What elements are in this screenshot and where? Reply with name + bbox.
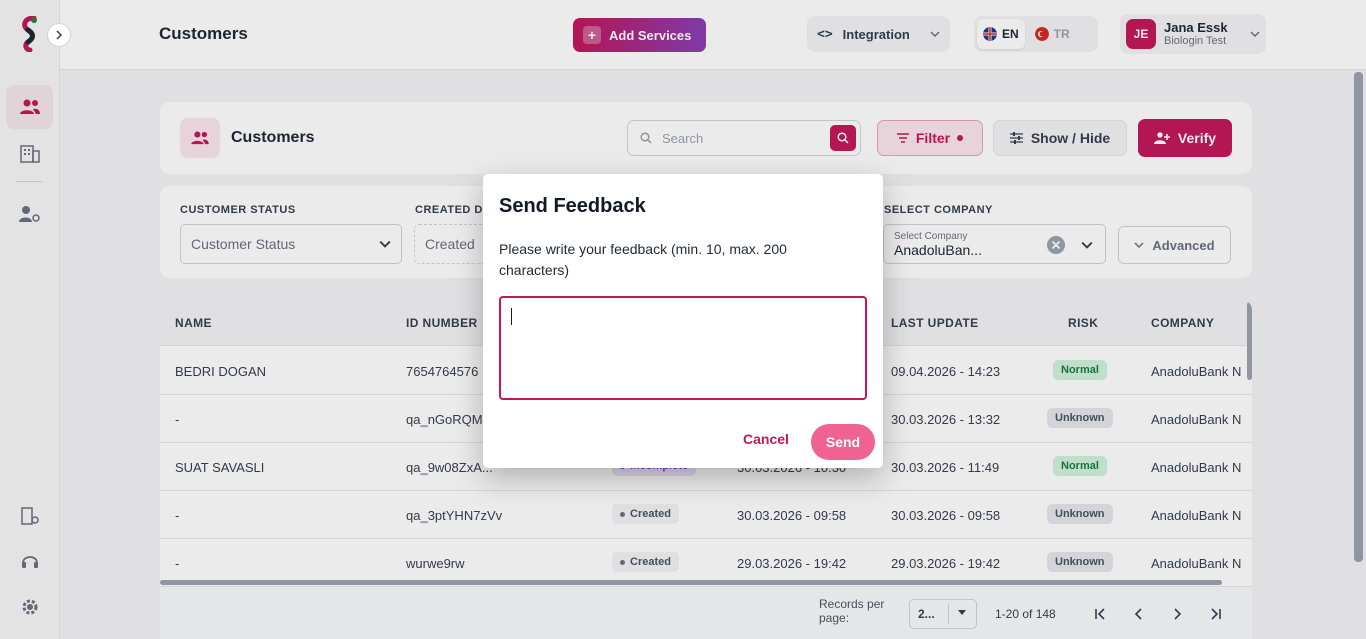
sidebar-expand-button[interactable] [47, 23, 71, 47]
cancel-button[interactable]: Cancel [743, 431, 789, 447]
send-feedback-dialog: Send Feedback Please write your feedback… [483, 174, 883, 468]
dialog-title: Send Feedback [499, 195, 646, 217]
send-button[interactable]: Send [811, 424, 875, 460]
text-cursor [511, 308, 512, 325]
chevron-right-icon [56, 30, 63, 40]
feedback-textarea[interactable] [499, 296, 867, 400]
dialog-instructions: Please write your feedback (min. 10, max… [499, 241, 787, 278]
